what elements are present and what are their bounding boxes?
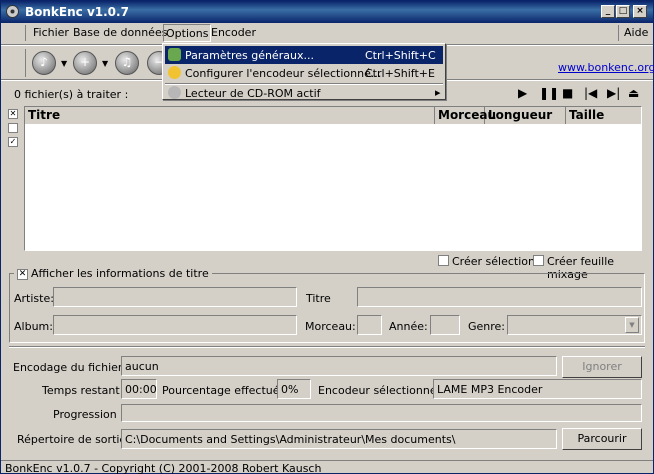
time-remaining-field: 00:00: [121, 379, 157, 399]
cdrom-icon: [168, 86, 181, 99]
select-all-icon[interactable]: ✕: [8, 109, 18, 119]
artist-label: Artiste:: [14, 292, 54, 305]
percent-label: Pourcentage effectué :: [162, 384, 287, 397]
app-window: BonkEnc v1.0.7 _ □ × Fichier Base de don…: [0, 0, 654, 474]
menu-options[interactable]: Options: [163, 24, 212, 42]
menu-bar: Fichier Base de données Options Encoder …: [1, 23, 653, 43]
divider: [9, 346, 645, 348]
chevron-down-icon[interactable]: ▼: [625, 317, 639, 333]
music-note-icon[interactable]: ♫: [115, 51, 139, 75]
column-taille[interactable]: Taille: [566, 107, 641, 124]
album-label: Album:: [14, 320, 53, 333]
output-dir-field[interactable]: C:\Documents and Settings\Administrateur…: [121, 429, 557, 449]
ignore-button[interactable]: Ignorer: [562, 356, 642, 378]
file-list[interactable]: Titre Morceau Longueur Taille: [24, 106, 642, 251]
browse-button[interactable]: Parcourir: [562, 428, 642, 450]
title-bar[interactable]: BonkEnc v1.0.7 _ □ ×: [1, 1, 653, 23]
close-button[interactable]: ×: [633, 5, 647, 18]
genre-select[interactable]: ▼: [507, 315, 642, 335]
window-title: BonkEnc v1.0.7: [25, 5, 129, 19]
maximize-button[interactable]: □: [616, 5, 630, 18]
menu-item-cdrom-drive[interactable]: Lecteur de CD-ROM actif ▸: [165, 84, 443, 102]
column-longueur[interactable]: Longueur: [485, 107, 566, 124]
pause-icon[interactable]: ❚❚: [539, 86, 559, 100]
app-icon: [6, 5, 19, 18]
title-label: Titre: [306, 292, 331, 305]
add-audio-cd-icon[interactable]: ♪: [32, 51, 56, 75]
menu-base-de-donnees[interactable]: Base de données: [73, 26, 167, 39]
genre-label: Genre:: [468, 320, 506, 333]
encoder-label: Encodeur sélectionné :: [318, 384, 444, 397]
chevron-down-icon[interactable]: ▼: [61, 59, 67, 68]
previous-icon[interactable]: |◀: [584, 86, 597, 100]
encoding-file-field: aucun: [121, 356, 557, 376]
play-icon[interactable]: ▶: [518, 86, 527, 100]
menu-encoder[interactable]: Encoder: [211, 26, 256, 39]
minimize-button[interactable]: _: [601, 5, 615, 18]
status-text: BonkEnc v1.0.7 - Copyright (C) 2001-2008…: [5, 462, 322, 474]
track-label: Morceau:: [305, 320, 356, 333]
file-list-header: Titre Morceau Longueur Taille: [25, 107, 641, 124]
percent-field: 0%: [277, 379, 311, 399]
time-remaining-label: Temps restant :: [42, 384, 127, 397]
create-playlist-checkbox[interactable]: [533, 255, 544, 266]
submenu-arrow-icon: ▸: [435, 86, 441, 99]
menu-item-general-settings[interactable]: Paramètres généraux... Ctrl+Shift+C: [165, 46, 443, 64]
year-label: Année:: [389, 320, 428, 333]
next-icon[interactable]: ▶|: [607, 86, 620, 100]
column-titre[interactable]: Titre: [25, 107, 435, 124]
toolbar-grip: [25, 49, 26, 77]
progress-label: Progression :: [53, 408, 124, 421]
menu-aide[interactable]: Aide: [624, 26, 648, 39]
select-none-icon[interactable]: [8, 123, 18, 133]
artist-input[interactable]: [53, 287, 297, 307]
toggle-selection-icon[interactable]: ✓: [8, 137, 18, 147]
column-morceau[interactable]: Morceau: [435, 107, 496, 124]
album-input[interactable]: [53, 315, 297, 335]
menu-item-configure-encoder[interactable]: Configurer l'encodeur sélectionné... Ctr…: [165, 64, 443, 82]
menu-grip: [25, 25, 26, 41]
status-bar: BonkEnc v1.0.7 - Copyright (C) 2001-2008…: [1, 460, 653, 474]
title-input[interactable]: [357, 287, 642, 307]
stop-icon[interactable]: ■: [562, 86, 573, 100]
website-link[interactable]: www.bonkenc.org: [558, 61, 654, 74]
show-info-checkbox[interactable]: ✕: [17, 268, 28, 280]
options-dropdown-menu: Paramètres généraux... Ctrl+Shift+C Conf…: [162, 43, 446, 100]
menu-fichier[interactable]: Fichier: [33, 26, 69, 39]
create-selection-label: Créer sélection: [452, 255, 535, 268]
track-input[interactable]: [357, 315, 382, 335]
show-info-option: ✕ Afficher les informations de titre: [14, 267, 212, 280]
create-selection-checkbox[interactable]: [438, 255, 449, 266]
menu-separator: [618, 25, 619, 41]
progress-bar: [121, 404, 642, 422]
year-input[interactable]: [430, 315, 460, 335]
add-files-icon[interactable]: +: [73, 51, 97, 75]
show-info-label: Afficher les informations de titre: [31, 267, 209, 280]
encoder-field: LAME MP3 Encoder: [433, 379, 642, 399]
file-count-label: 0 fichier(s) à traiter :: [14, 88, 129, 101]
settings-icon: [168, 48, 181, 61]
encoder-config-icon: [168, 66, 181, 79]
eject-icon[interactable]: ⏏: [628, 86, 639, 100]
chevron-down-icon[interactable]: ▼: [102, 59, 108, 68]
output-dir-label: Répertoire de sortie :: [17, 433, 134, 446]
encoding-label: Encodage du fichier :: [13, 361, 130, 374]
